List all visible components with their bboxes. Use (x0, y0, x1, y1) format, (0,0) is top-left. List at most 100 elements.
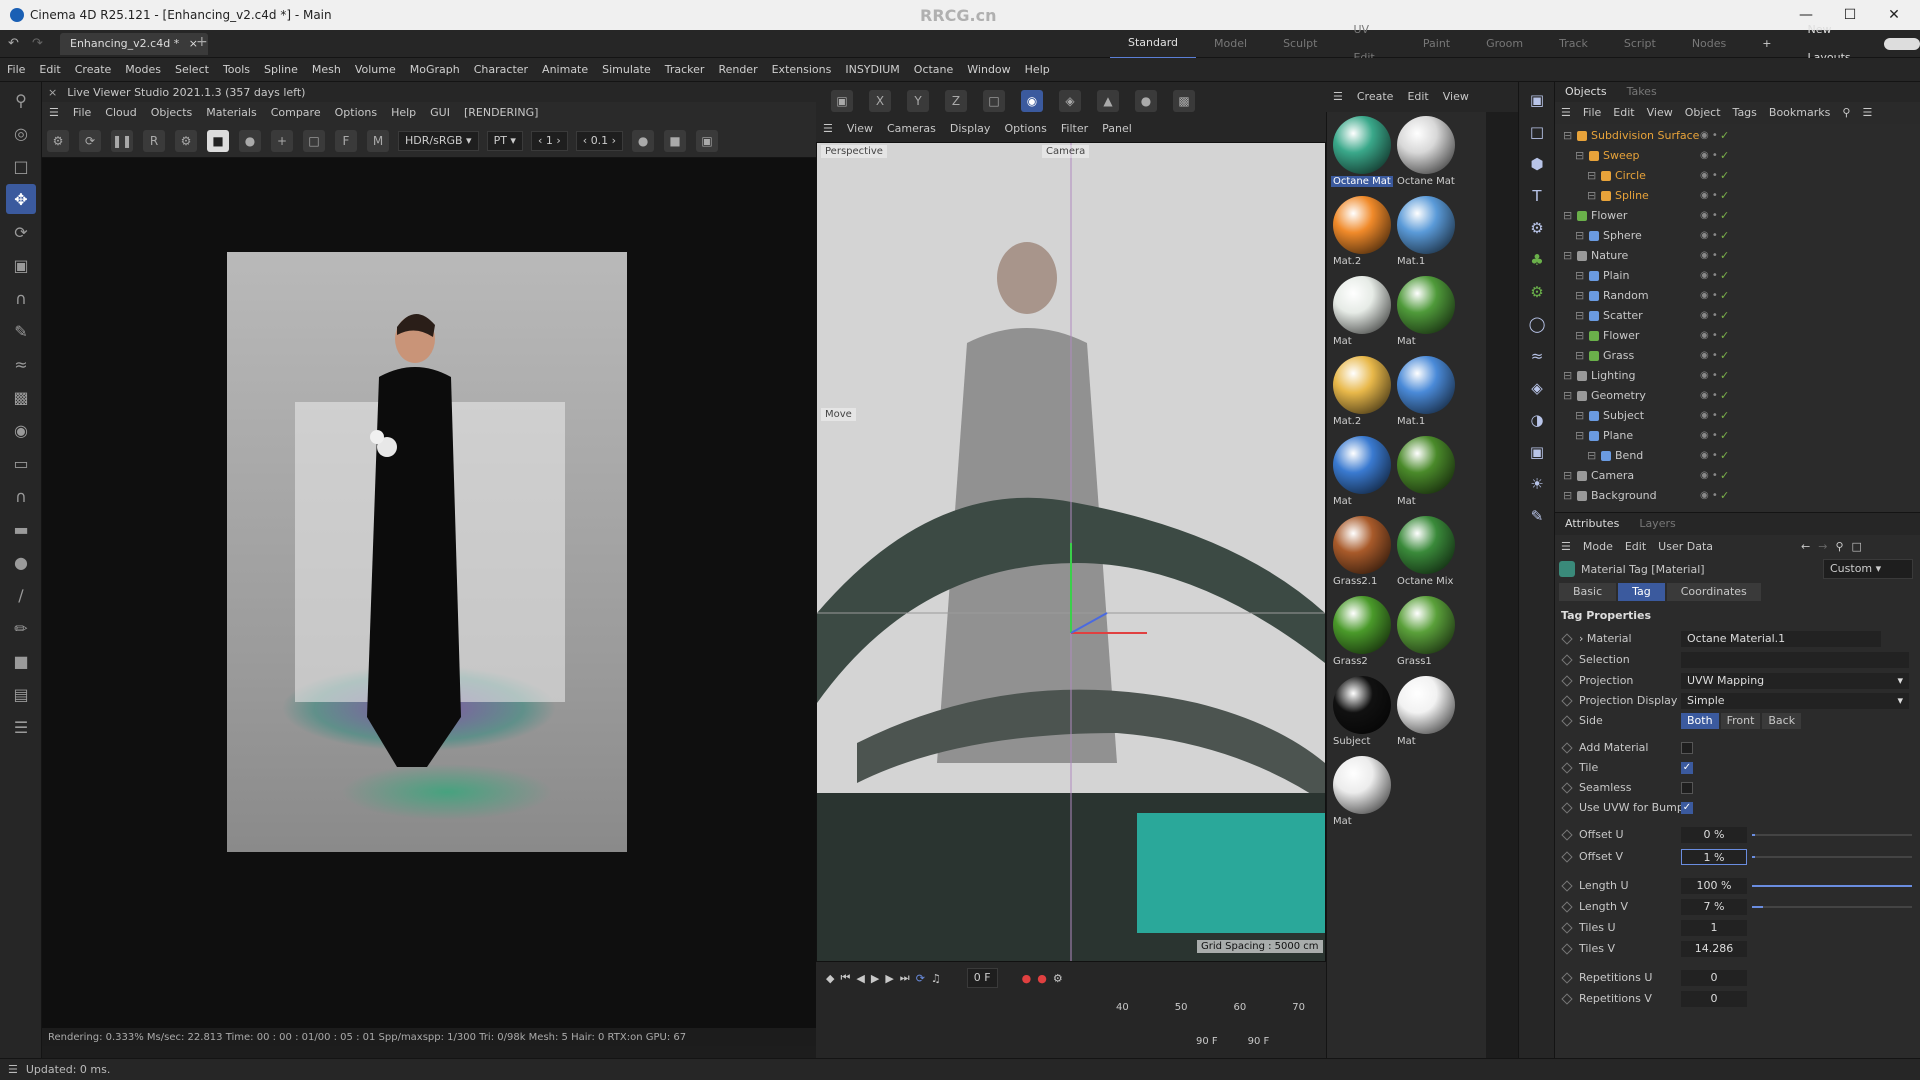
visibility-icon[interactable]: ◉ • (1700, 246, 1718, 266)
menu-file[interactable]: File (0, 58, 32, 82)
side-both-button[interactable]: Both (1681, 713, 1719, 729)
points-mode-icon[interactable]: ◈ (1059, 90, 1081, 112)
material-swatch[interactable]: Octane Mix (1395, 516, 1457, 596)
render-pass-select[interactable]: PT ▾ (486, 130, 523, 151)
y-axis-icon[interactable]: Y (907, 90, 929, 112)
object-mode-icon[interactable]: ▣ (831, 90, 853, 112)
visibility-icon[interactable]: ◉ • (1700, 146, 1718, 166)
material-swatch[interactable]: Grass1 (1395, 596, 1457, 676)
expand-toggle-icon[interactable]: ⊟ (1563, 126, 1572, 146)
visibility-icon[interactable]: ◉ • (1700, 446, 1718, 466)
sound-icon[interactable]: ♫ (931, 972, 941, 985)
offset-v-field[interactable]: 1 % (1681, 849, 1747, 865)
seamless-checkbox[interactable] (1681, 782, 1693, 794)
menu-octane[interactable]: Octane (907, 58, 961, 82)
document-tab[interactable]: Enhancing_v2.c4d * × (60, 33, 208, 55)
clay-mode-icon[interactable]: ● (239, 129, 261, 152)
enable-check-icon[interactable]: ✓ (1720, 466, 1729, 486)
object-tree-row[interactable]: ⊟ Camera ◉ • ✓ (1555, 466, 1920, 486)
keyframe-diamond-icon[interactable] (1561, 880, 1573, 892)
visibility-icon[interactable]: ◉ • (1700, 406, 1718, 426)
region-render-icon[interactable]: R (143, 129, 165, 152)
enable-check-icon[interactable]: ✓ (1720, 186, 1729, 206)
material-swatch[interactable]: Grass2.1 (1331, 516, 1393, 596)
menu-create[interactable]: Create (68, 58, 119, 82)
move-tool-icon[interactable]: ✥ (6, 184, 36, 214)
expand-toggle-icon[interactable]: ⊟ (1575, 426, 1584, 446)
obj-menu-bookmarks[interactable]: Bookmarks (1763, 102, 1836, 124)
hair-icon[interactable]: ◈ (1523, 374, 1551, 402)
close-panel-icon[interactable]: × (48, 86, 57, 99)
edges-mode-icon[interactable]: ▲ (1097, 90, 1119, 112)
expand-toggle-icon[interactable]: ⊟ (1563, 486, 1572, 506)
circle-icon[interactable]: ● (632, 129, 655, 152)
menu-window[interactable]: Window (960, 58, 1017, 82)
gear-icon[interactable]: ⚙ (175, 129, 197, 152)
keyframe-diamond-icon[interactable] (1561, 901, 1573, 913)
visibility-icon[interactable]: ◉ • (1700, 346, 1718, 366)
repetitions-u-field[interactable]: 0 (1681, 970, 1747, 986)
obj-menu-file[interactable]: File (1577, 102, 1607, 124)
expand-toggle-icon[interactable]: ⊟ (1575, 146, 1584, 166)
menu-tools[interactable]: Tools (216, 58, 257, 82)
spline-icon[interactable]: ≈ (1523, 342, 1551, 370)
mograph-icon[interactable]: ♣ (1523, 246, 1551, 274)
visibility-icon[interactable]: ◉ • (1700, 186, 1718, 206)
object-tree-row[interactable]: ⊟ Subject ◉ • ✓ (1555, 406, 1920, 426)
search-icon[interactable]: ⚲ (6, 85, 36, 115)
search-icon[interactable]: ⚲ (1836, 102, 1856, 124)
offset-v-slider[interactable] (1752, 856, 1912, 858)
layout-tab-script[interactable]: Script (1606, 30, 1674, 58)
lock-icon[interactable]: □ (1848, 540, 1866, 553)
visibility-icon[interactable]: ◉ • (1700, 226, 1718, 246)
cube-icon[interactable]: □ (1523, 118, 1551, 146)
lv-menu-help[interactable]: Help (384, 102, 423, 124)
deformer-icon[interactable]: ⚙ (1523, 214, 1551, 242)
enable-check-icon[interactable]: ✓ (1720, 366, 1729, 386)
enable-check-icon[interactable]: ✓ (1720, 346, 1729, 366)
menu-edit[interactable]: Edit (32, 58, 67, 82)
menu-animate[interactable]: Animate (535, 58, 595, 82)
visibility-icon[interactable]: ◉ • (1700, 466, 1718, 486)
menu-mograph[interactable]: MoGraph (403, 58, 467, 82)
menu-render[interactable]: Render (711, 58, 764, 82)
layout-tab-groom[interactable]: Groom (1468, 30, 1541, 58)
workplane-icon[interactable]: ▩ (6, 382, 36, 412)
field-icon[interactable]: ◯ (1523, 310, 1551, 338)
menu-simulate[interactable]: Simulate (595, 58, 658, 82)
viewport-camera-label[interactable]: Camera (1042, 145, 1090, 158)
text-icon[interactable]: T (1523, 182, 1551, 210)
keyframe-settings-icon[interactable]: ⚙ (1053, 972, 1063, 985)
object-tree-row[interactable]: ⊟ Subdivision Surface ◉ • ✓ (1555, 126, 1920, 146)
material-swatch[interactable]: Subject (1331, 676, 1393, 756)
keyframe-icon[interactable]: ◆ (826, 972, 834, 985)
menu-character[interactable]: Character (467, 58, 535, 82)
layout-tab-model[interactable]: Model (1196, 30, 1265, 58)
object-tree-row[interactable]: ⊟ Sphere ◉ • ✓ (1555, 226, 1920, 246)
object-tree-row[interactable]: ⊟ Plain ◉ • ✓ (1555, 266, 1920, 286)
rotate-tool-icon[interactable]: ⟳ (6, 217, 36, 247)
back-icon[interactable]: ← (1797, 540, 1814, 553)
obj-menu-edit[interactable]: Edit (1607, 102, 1640, 124)
vp-menu-panel[interactable]: Panel (1095, 118, 1139, 140)
visibility-icon[interactable]: ◉ • (1700, 206, 1718, 226)
current-frame-field[interactable]: 0 F (966, 968, 998, 988)
film-icon[interactable]: F (335, 129, 357, 152)
objects-menu-icon[interactable]: ☰ (1555, 102, 1577, 124)
expand-toggle-icon[interactable]: ⊟ (1575, 306, 1584, 326)
prev-key-icon[interactable]: ◀ (856, 972, 864, 985)
light-icon[interactable]: ☀ (1523, 470, 1551, 498)
tab-attributes[interactable]: Attributes (1555, 513, 1629, 535)
autokey-icon[interactable]: ● (1037, 972, 1047, 985)
keyframe-diamond-icon[interactable] (1561, 851, 1573, 863)
material-swatch[interactable]: Mat (1395, 676, 1457, 756)
layout-tab-standard[interactable]: Standard (1110, 29, 1197, 59)
material-swatch[interactable]: Mat (1331, 756, 1393, 836)
enable-check-icon[interactable]: ✓ (1720, 486, 1729, 506)
enable-check-icon[interactable]: ✓ (1720, 226, 1729, 246)
next-key-icon[interactable]: ▶ (885, 972, 893, 985)
visibility-icon[interactable]: ◉ • (1700, 286, 1718, 306)
search-icon[interactable]: ⚲ (1831, 540, 1847, 553)
camera-icon[interactable]: ▣ (696, 129, 719, 152)
keyframe-diamond-icon[interactable] (1561, 782, 1573, 794)
